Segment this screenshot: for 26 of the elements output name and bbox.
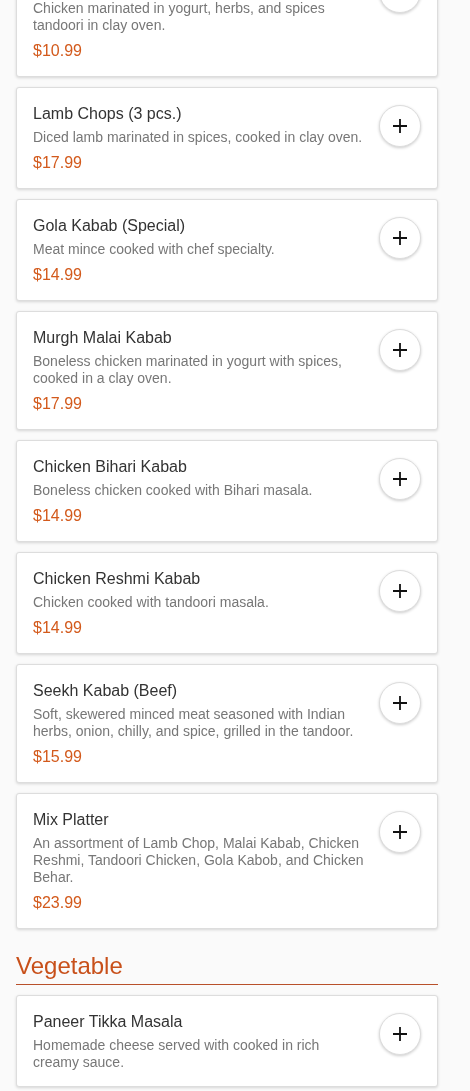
item-price: $14.99 <box>33 265 83 285</box>
item-name: Murgh Malai Kabab <box>33 328 173 348</box>
item-name: Gola Kabab (Special) <box>33 216 187 236</box>
item-description: Soft, skewered minced meat seasoned with Indian herbs, onion, chilly, and spice, grilled in the tandoor. <box>33 706 355 740</box>
item-description: An assortment of Lamb Chop, Malai Kabab, Chicken Reshmi, Tandoori Chicken, Gola Kabob, and Chicken Behar. <box>33 835 365 886</box>
item-name: Paneer Tikka Masala <box>33 1012 184 1032</box>
item-name: Lamb Chops (3 pcs.) <box>33 104 183 124</box>
item-price: $10.99 <box>33 41 83 61</box>
item-description: Homemade cheese served with cooked in rich creamy sauce. <box>33 1037 321 1071</box>
section-heading: Vegetable <box>16 951 438 985</box>
item-price: $14.99 <box>33 506 83 526</box>
item-price: $17.99 <box>33 394 83 414</box>
item-description: Diced lamb marinated in spices, cooked in clay oven. <box>33 129 364 146</box>
item-description: Boneless chicken marinated in yogurt with spices, cooked in a clay oven. <box>33 353 343 387</box>
item-description: Chicken marinated in yogurt, herbs, and spices tandoori in clay oven. <box>33 0 326 34</box>
item-name: Seekh Kabab (Beef) <box>33 681 179 701</box>
item-name: Mix Platter <box>33 810 110 830</box>
item-price: $17.99 <box>33 153 83 173</box>
item-description: Boneless chicken cooked with Bihari masala. <box>33 482 314 499</box>
item-price: $23.99 <box>33 893 83 913</box>
item-name: Chicken Reshmi Kabab <box>33 569 202 589</box>
item-price: $15.99 <box>33 747 83 767</box>
item-name: Chicken Bihari Kabab <box>33 457 188 477</box>
item-description: Chicken cooked with tandoori masala. <box>33 594 270 611</box>
item-description: Meat mince cooked with chef specialty. <box>33 241 276 258</box>
item-price: $14.99 <box>33 618 83 638</box>
